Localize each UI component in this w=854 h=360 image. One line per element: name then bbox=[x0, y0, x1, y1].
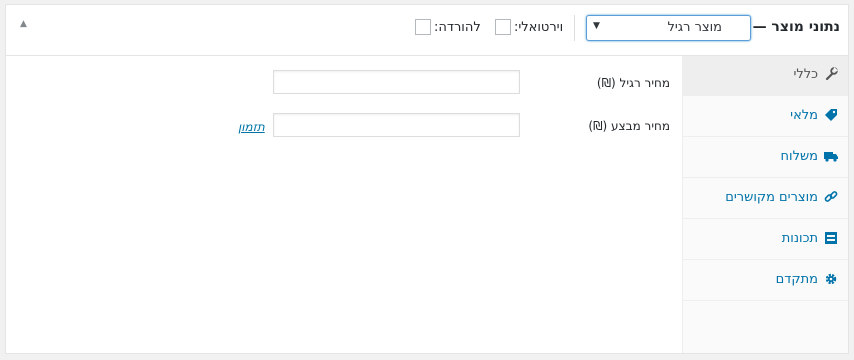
tab-label: משלוח bbox=[780, 149, 818, 164]
collapse-toggle-icon[interactable]: ▲ bbox=[20, 19, 27, 29]
product-data-panel: נתוני מוצר — מוצר רגיל ▼ וירטואלי: להורד… bbox=[5, 4, 849, 354]
header-divider bbox=[574, 15, 575, 41]
tab-label: מלאי bbox=[790, 108, 818, 123]
virtual-label: וירטואלי: bbox=[514, 20, 564, 35]
product-data-tabs: כללי מלאי משלוח מוצרים מקושרים תכונות מת… bbox=[682, 56, 848, 353]
downloadable-label: להורדה: bbox=[434, 20, 481, 35]
virtual-checkbox[interactable] bbox=[495, 19, 511, 35]
tab-attributes[interactable]: תכונות bbox=[683, 220, 848, 260]
regular-price-label: מחיר רגיל (₪) bbox=[596, 76, 670, 90]
table-icon bbox=[825, 232, 837, 244]
tab-label: מתקדם bbox=[775, 272, 818, 287]
panel-title: נתוני מוצר — bbox=[752, 19, 840, 35]
truck-icon bbox=[824, 152, 838, 162]
tab-linked-products[interactable]: מוצרים מקושרים bbox=[683, 179, 848, 219]
link-icon bbox=[824, 191, 838, 202]
regular-price-input[interactable] bbox=[273, 70, 520, 94]
tab-label: כללי bbox=[793, 67, 818, 82]
downloadable-checkbox[interactable] bbox=[415, 19, 431, 35]
panel-header: נתוני מוצר — מוצר רגיל ▼ וירטואלי: להורד… bbox=[6, 5, 848, 56]
general-tab-content: מחיר רגיל (₪) מחיר מבצע (₪) תזמון bbox=[6, 56, 682, 353]
tag-icon bbox=[825, 109, 837, 121]
product-type-select[interactable]: מוצר רגיל ▼ bbox=[586, 15, 751, 41]
tab-advanced[interactable]: מתקדם bbox=[683, 261, 848, 301]
product-type-value: מוצר רגיל bbox=[667, 20, 722, 35]
tab-label: מוצרים מקושרים bbox=[725, 190, 818, 205]
tab-label: תכונות bbox=[781, 231, 818, 246]
tab-general[interactable]: כללי bbox=[683, 56, 848, 96]
schedule-link[interactable]: תזמון bbox=[238, 120, 265, 134]
gear-icon bbox=[825, 273, 837, 285]
sale-price-label: מחיר מבצע (₪) bbox=[588, 119, 670, 133]
sale-price-input[interactable] bbox=[273, 113, 520, 137]
chevron-down-icon: ▼ bbox=[593, 21, 600, 31]
tab-inventory[interactable]: מלאי bbox=[683, 97, 848, 137]
tab-shipping[interactable]: משלוח bbox=[683, 138, 848, 178]
wrench-icon bbox=[825, 67, 838, 81]
